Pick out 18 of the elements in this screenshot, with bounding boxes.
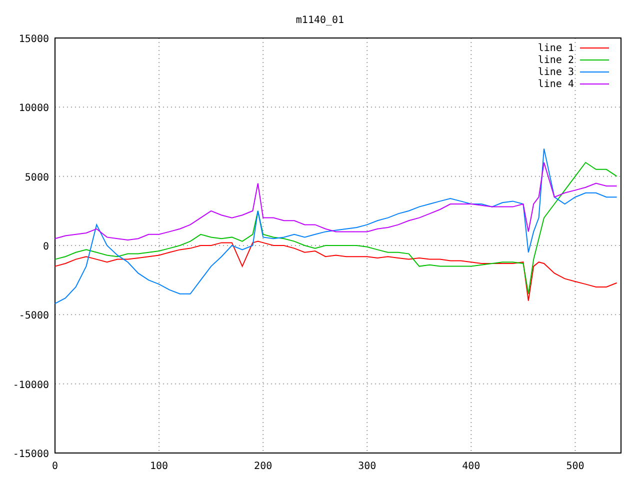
y-tick-label: -15000 xyxy=(12,449,49,460)
y-tick-label: 15000 xyxy=(18,34,49,45)
chart-title: m1140_01 xyxy=(296,15,344,26)
y-tick-label: 5000 xyxy=(24,172,49,184)
x-tick-label: 400 xyxy=(462,461,480,472)
x-tick-label: 100 xyxy=(150,461,168,472)
y-tick-label: -5000 xyxy=(18,310,49,322)
y-tick-label: 10000 xyxy=(18,103,49,114)
x-tick-label: 200 xyxy=(254,461,272,472)
x-tick-label: 300 xyxy=(358,461,376,472)
legend-label: line 1 xyxy=(538,43,574,54)
legend-label: line 2 xyxy=(538,55,574,66)
legend-label: line 4 xyxy=(538,79,574,90)
x-tick-label: 500 xyxy=(566,461,584,472)
x-tick-label: 0 xyxy=(52,461,58,472)
legend-label: line 3 xyxy=(538,67,574,78)
y-tick-label: -10000 xyxy=(12,380,49,391)
y-tick-label: 0 xyxy=(42,242,49,252)
